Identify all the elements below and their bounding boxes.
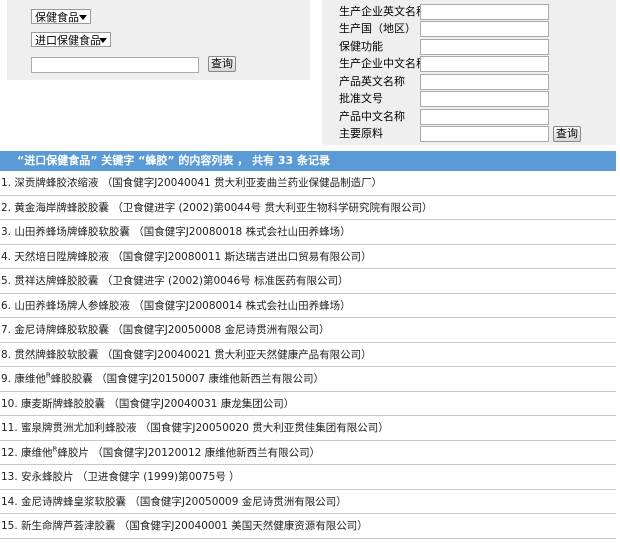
product-cn-input[interactable] [420, 109, 549, 125]
subcategory-select-value: 进口保健食品 [35, 34, 101, 47]
list-item[interactable]: 5. 贯祥达牌蜂胶胶囊 （卫食健进字 (2002)第0046号 标准医药有限公司… [0, 269, 616, 294]
category-select[interactable]: 保健食品 [31, 9, 91, 24]
product-en-input[interactable] [420, 74, 549, 90]
advanced-query-button[interactable]: 查询 [553, 126, 581, 142]
field-label: 产品英文名称 [339, 75, 405, 88]
manufacturer-cn-input[interactable] [420, 56, 549, 72]
list-item[interactable]: 14. 金尼诗牌蜂皇浆软胶囊 （国食健字J20050009 金尼诗贯洲有限公司） [0, 490, 616, 514]
field-label: 批准文号 [339, 92, 383, 105]
country-input[interactable] [420, 21, 549, 37]
list-item[interactable]: 1. 深贡牌蜂胶浓缩液 （国食健字J20040041 贯大利亚麦曲兰药业保健品制… [0, 171, 616, 196]
advanced-search-panel: 生产企业英文名称 生产国（地区） 保健功能 生产企业中文名称 产品英文名称 批准… [322, 0, 616, 145]
chevron-down-icon [99, 38, 107, 43]
list-item[interactable]: 2. 黄金海岸牌蜂胶胶囊 （卫食健进字 (2002)第0044号 贯大利亚生物科… [0, 196, 616, 220]
field-label: 生产企业中文名称 [339, 57, 427, 70]
list-item[interactable]: 11. 蜜泉牌贯洲尤加利蜂胶液 （国食健字J20050020 贯大利亚贯佳集团有… [0, 416, 616, 441]
results-header: “进口保健食品” 关键字 “蜂胶” 的内容列表 ， 共有 33 条记录 [0, 151, 616, 171]
field-label: 保健功能 [339, 40, 383, 53]
list-item[interactable]: 6. 山田养蜂场牌人参蜂胶液 （国食健字J20080014 株式会社山田养蜂场） [0, 294, 616, 318]
main-ingredient-input[interactable] [420, 126, 549, 142]
chevron-down-icon [79, 15, 87, 20]
field-label: 生产国（地区） [339, 22, 416, 35]
field-label: 主要原料 [339, 127, 383, 140]
basic-search-panel: 保健食品 进口保健食品 查询 [7, 0, 310, 80]
list-item[interactable]: 7. 金尼诗牌蜂胶软胶囊 （国食健字J20050008 金尼诗贯洲有限公司） [0, 318, 616, 343]
list-item[interactable]: 10. 康麦斯牌蜂胶胶囊 （国食健字J20040031 康龙集团公司） [0, 392, 616, 416]
list-item[interactable]: 13. 安永蜂胶片 （卫进食健字 (1999)第0075号 ） [0, 465, 616, 490]
keyword-input[interactable] [31, 57, 199, 73]
manufacturer-en-input[interactable] [420, 4, 549, 20]
field-label: 生产企业英文名称 [339, 5, 427, 18]
field-label: 产品中文名称 [339, 110, 405, 123]
list-item[interactable]: 3. 山田养蜂场牌蜂胶软胶囊 （国食健字J20080018 株式会社山田养蜂场） [0, 220, 616, 245]
health-function-input[interactable] [420, 39, 549, 55]
list-item[interactable]: 4. 天然培日陞牌蜂胶液 （国食健字J20080011 斯达瑞吉进出口贸易有限公… [0, 245, 616, 269]
list-item[interactable]: 9. 康维他R蜂胶胶囊 （国食健字J20150007 康维他新西兰有限公司） [0, 367, 616, 392]
category-select-value: 保健食品 [35, 11, 79, 24]
results-list: 1. 深贡牌蜂胶浓缩液 （国食健字J20040041 贯大利亚麦曲兰药业保健品制… [0, 171, 616, 539]
subcategory-select[interactable]: 进口保健食品 [31, 32, 111, 47]
list-item[interactable]: 15. 新生命牌芦荟津胶囊 （国食健字J20040001 美国天然健康资源有限公… [0, 514, 616, 539]
list-item[interactable]: 8. 贯然牌蜂胶软胶囊 （国食健字J20040021 贯大利亚天然健康产品有限公… [0, 343, 616, 367]
basic-query-button[interactable]: 查询 [208, 56, 236, 72]
approval-number-input[interactable] [420, 91, 549, 107]
list-item[interactable]: 12. 康维他R蜂胶片 （国食健字J20120012 康维他新西兰有限公司） [0, 441, 616, 465]
